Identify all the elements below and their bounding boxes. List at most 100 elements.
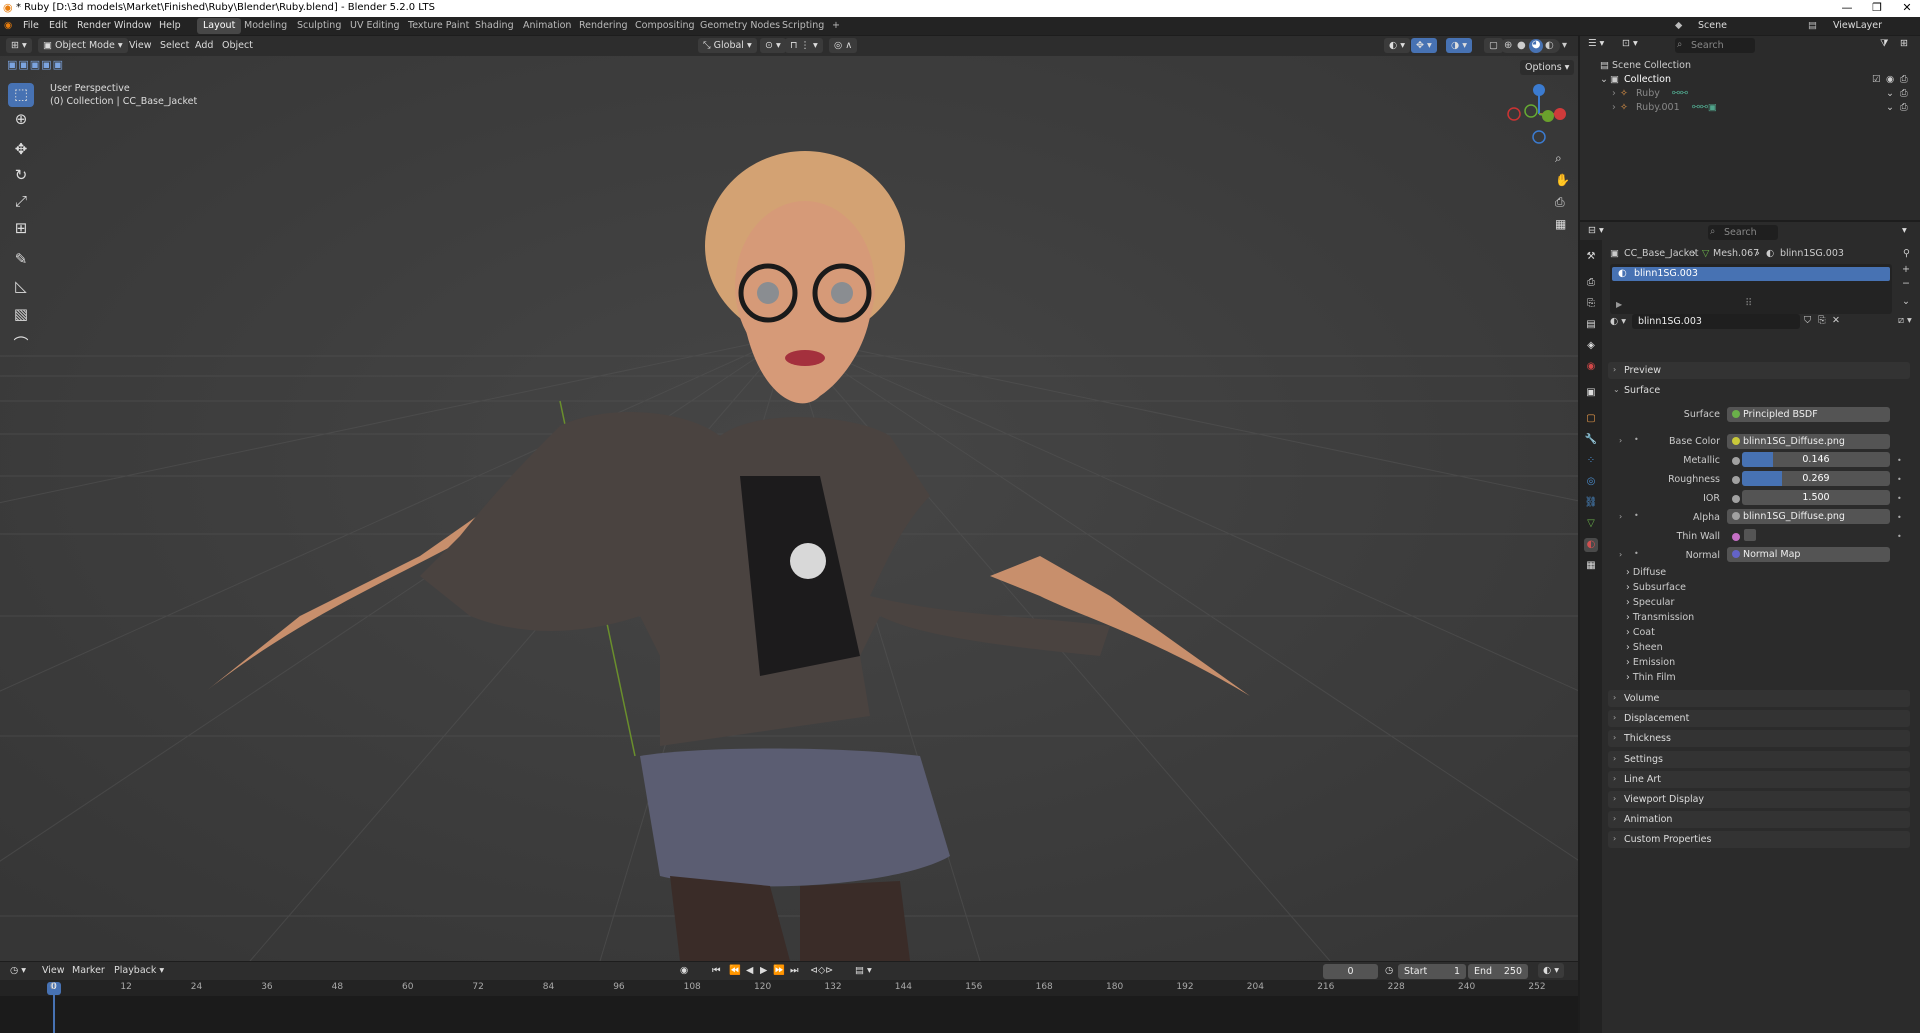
- rotate-tool-icon[interactable]: ↻: [8, 164, 34, 188]
- frame-ruler[interactable]: [0, 980, 1578, 996]
- thin-wall-checkbox[interactable]: [1744, 529, 1756, 541]
- jump-keyframe-back-icon[interactable]: ⏪: [729, 965, 741, 976]
- surface-shader-field[interactable]: Principled BSDF: [1727, 407, 1890, 422]
- keyframe-dot-icon[interactable]: •: [1897, 475, 1902, 484]
- unlink-material-icon[interactable]: ✕: [1832, 315, 1840, 326]
- tab-compositing[interactable]: Compositing: [629, 18, 701, 34]
- subpanel-sheen[interactable]: › Sheen: [1626, 642, 1663, 653]
- timeline-area[interactable]: 0 0 12 24 36 48 60 72 84 96 108 120 132 144 156 168 180…: [0, 980, 1578, 1033]
- use-preview-range-icon[interactable]: ◷: [1385, 965, 1393, 976]
- particles-tab-icon[interactable]: ⁘: [1584, 454, 1598, 468]
- collection-expand-icon[interactable]: ⌄: [1600, 74, 1608, 85]
- editor-type-icon[interactable]: ⊞ ▾: [6, 38, 32, 53]
- outliner-item-ruby-001[interactable]: Ruby.001: [1636, 102, 1680, 113]
- panel-volume[interactable]: › Volume: [1608, 690, 1910, 707]
- fake-user-icon[interactable]: ⛉: [1804, 315, 1811, 326]
- visibility-icon[interactable]: ◐ ▾: [1384, 38, 1411, 53]
- collection-checkbox-icon[interactable]: ☑: [1872, 74, 1881, 85]
- panel-line-art[interactable]: › Line Art: [1608, 770, 1910, 788]
- keyframe-dot-icon[interactable]: •: [1897, 494, 1902, 503]
- slot-resize-handle[interactable]: ⠿: [1745, 298, 1752, 309]
- subpanel-specular[interactable]: › Specular: [1626, 597, 1674, 608]
- overlay-toggle-icon[interactable]: ◑ ▾: [1446, 38, 1473, 53]
- add-workspace-button[interactable]: +: [826, 18, 846, 34]
- properties-editor-icon[interactable]: ⊟ ▾: [1588, 225, 1604, 236]
- timeline-menu-marker[interactable]: Marker: [72, 965, 105, 976]
- scene-collection-label[interactable]: Scene Collection: [1612, 60, 1691, 71]
- tab-layout[interactable]: Layout: [197, 18, 242, 34]
- jump-end-icon[interactable]: ⏭: [790, 965, 799, 976]
- data-tab-icon[interactable]: ▽: [1584, 517, 1598, 531]
- menu-edit[interactable]: Edit: [49, 20, 67, 31]
- add-slot-icon[interactable]: +: [1902, 264, 1910, 275]
- roughness-slider[interactable]: 0.269: [1742, 471, 1890, 486]
- move-tool-icon[interactable]: ✥: [8, 138, 34, 162]
- output-tab-icon[interactable]: ⎘: [1584, 297, 1598, 311]
- proportional-editing-icon[interactable]: ◎ ∧: [829, 38, 858, 53]
- material-browse-icon[interactable]: ◐ ▾: [1610, 316, 1626, 327]
- pin-icon[interactable]: ⚲: [1903, 248, 1910, 259]
- snap-icon[interactable]: ⊓ ⋮ ▾: [785, 38, 823, 53]
- scale-tool-icon[interactable]: ⤢: [8, 190, 34, 214]
- panel-thickness[interactable]: › Thickness: [1608, 730, 1910, 748]
- end-frame-field[interactable]: End 250: [1468, 964, 1528, 979]
- outliner-search-input[interactable]: Search: [1675, 38, 1755, 53]
- properties-options-icon[interactable]: ▾: [1902, 225, 1907, 236]
- tab-rendering[interactable]: Rendering: [573, 18, 634, 34]
- mode-selector[interactable]: ▣ Object Mode ▾: [38, 38, 128, 53]
- measure-tool-icon[interactable]: ◺: [8, 275, 34, 299]
- panel-custom-properties[interactable]: › Custom Properties: [1608, 831, 1910, 849]
- normal-field[interactable]: Normal Map: [1727, 547, 1890, 562]
- zoom-icon[interactable]: ⌕: [1555, 151, 1562, 166]
- jump-start-icon[interactable]: ⏮: [712, 965, 721, 976]
- slot-specials-icon[interactable]: ⌄: [1902, 296, 1910, 307]
- rendered-shading-icon[interactable]: ◐: [1545, 40, 1554, 51]
- item-expand-icon[interactable]: ›: [1612, 88, 1616, 99]
- minimize-button[interactable]: —: [1832, 1, 1862, 14]
- tab-sculpting[interactable]: Sculpting: [291, 18, 347, 34]
- view-layer-selector[interactable]: ViewLayer: [1833, 20, 1882, 31]
- viewport-menu-select[interactable]: Select: [160, 40, 189, 51]
- constraints-tab-icon[interactable]: ⛓: [1584, 496, 1598, 510]
- pivot-point-icon[interactable]: ⊙ ▾: [760, 38, 786, 53]
- timeline-editor-icon[interactable]: ◷ ▾: [10, 965, 26, 976]
- ruby-001-visibility-icon[interactable]: ⌄: [1886, 102, 1894, 113]
- shading-options-icon[interactable]: ▾: [1562, 40, 1567, 51]
- solid-shading-icon[interactable]: ●: [1517, 40, 1526, 51]
- tab-uv-editing[interactable]: UV Editing: [344, 18, 406, 34]
- item-expand-icon[interactable]: ›: [1612, 102, 1616, 113]
- play-reverse-icon[interactable]: ◀: [746, 965, 753, 976]
- annotate-tool-icon[interactable]: ✎: [8, 248, 34, 272]
- ruby-001-render-icon[interactable]: ⎙: [1900, 102, 1908, 113]
- panel-settings[interactable]: › Settings: [1608, 750, 1910, 768]
- duplicate-material-icon[interactable]: ⎘: [1818, 315, 1826, 326]
- select-box-tool-icon[interactable]: ⬚: [8, 83, 34, 107]
- material-tab-icon[interactable]: ◐: [1584, 538, 1598, 552]
- scene-selector[interactable]: Scene: [1698, 20, 1727, 31]
- collection-visibility-icon[interactable]: ◉: [1886, 74, 1894, 85]
- alpha-field[interactable]: blinn1SG_Diffuse.png: [1727, 509, 1890, 524]
- curve-tool-icon[interactable]: ⌒: [8, 333, 34, 357]
- metallic-slider[interactable]: 0.146: [1742, 452, 1890, 467]
- tab-geometry-nodes[interactable]: Geometry Nodes: [694, 18, 786, 34]
- outliner-item-ruby[interactable]: Ruby: [1636, 88, 1660, 99]
- panel-preview[interactable]: › Preview: [1608, 362, 1910, 379]
- keyframe-nav-icon[interactable]: ⊲◇⊳: [810, 965, 833, 976]
- record-icon[interactable]: ◉: [680, 965, 688, 976]
- maximize-button[interactable]: ❐: [1862, 1, 1892, 14]
- camera-view-icon[interactable]: ⎙: [1555, 195, 1565, 210]
- collection-render-icon[interactable]: ⎙: [1900, 74, 1908, 85]
- tab-shading[interactable]: Shading: [469, 18, 520, 34]
- cursor-tool-icon[interactable]: ⊕: [8, 108, 34, 132]
- texture-tab-icon[interactable]: ▦: [1584, 559, 1598, 573]
- blender-menu-icon[interactable]: ◉: [4, 20, 12, 31]
- subpanel-subsurface[interactable]: › Subsurface: [1626, 582, 1686, 593]
- play-icon[interactable]: ▶: [760, 965, 767, 976]
- keyframe-dot-icon[interactable]: •: [1897, 513, 1902, 522]
- collection-tab-icon[interactable]: ▣: [1584, 386, 1598, 400]
- panel-surface[interactable]: ⌄ Surface: [1608, 382, 1910, 399]
- wireframe-shading-icon[interactable]: ⊕: [1504, 40, 1512, 51]
- gizmo-toggle-icon[interactable]: ✥ ▾: [1411, 38, 1437, 53]
- subpanel-thin-film[interactable]: › Thin Film: [1626, 672, 1676, 683]
- tab-texture-paint[interactable]: Texture Paint: [402, 18, 475, 34]
